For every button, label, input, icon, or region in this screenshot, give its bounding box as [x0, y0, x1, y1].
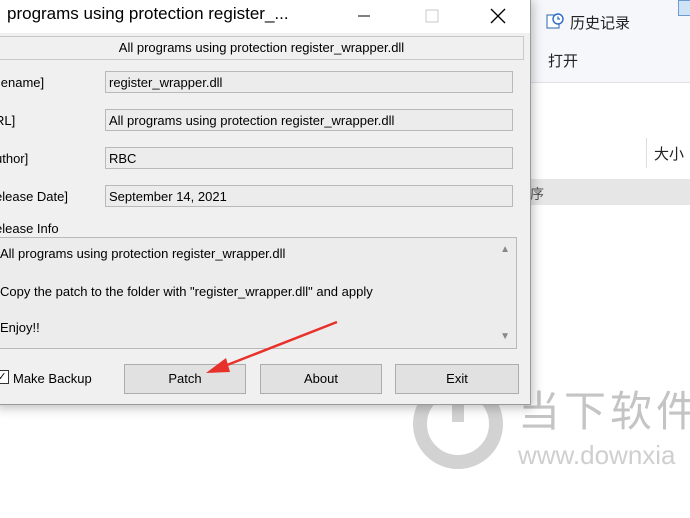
sort-bar	[528, 179, 690, 205]
url-label: RL]	[0, 113, 16, 128]
maximize-icon[interactable]	[409, 0, 455, 33]
release-info-label: elease Info	[0, 221, 59, 236]
patch-button[interactable]: Patch	[124, 364, 246, 394]
release-date-field[interactable]: September 14, 2021	[105, 185, 513, 207]
watermark-text: 当下软件	[518, 388, 690, 435]
explorer-ribbon: 历史记录 打开	[528, 0, 690, 83]
window-title: programs using protection register_...	[7, 4, 289, 23]
filename-field[interactable]: register_wrapper.dll	[105, 71, 513, 93]
exit-button[interactable]: Exit	[395, 364, 519, 394]
author-label: uthor]	[0, 151, 29, 166]
scroll-down-icon[interactable]: ▼	[500, 331, 510, 342]
minimize-icon[interactable]	[341, 0, 387, 33]
info-line: Enjoy!!	[0, 320, 40, 335]
column-header-size[interactable]: 大小	[654, 143, 684, 164]
header-banner: All programs using protection register_w…	[0, 36, 524, 60]
ribbon-partial-icon	[678, 0, 690, 16]
make-backup-checkbox[interactable]: ✓	[0, 370, 9, 384]
patch-dialog: programs using protection register_... A…	[0, 0, 531, 405]
title-bar[interactable]: programs using protection register_...	[0, 0, 530, 33]
url-field[interactable]: All programs using protection register_w…	[105, 109, 513, 131]
sort-fragment: 序	[530, 186, 544, 202]
history-icon	[546, 13, 564, 29]
column-separator	[646, 138, 647, 168]
watermark-url: www.downxia	[518, 440, 676, 470]
author-field[interactable]: RBC	[105, 147, 513, 169]
about-button[interactable]: About	[260, 364, 382, 394]
info-line: Copy the patch to the folder with "regis…	[0, 284, 373, 299]
filename-label: ilename]	[0, 75, 45, 90]
release-info-textarea[interactable]: All programs using protection register_w…	[0, 237, 517, 349]
release-date-label: elease Date]	[0, 189, 68, 204]
scroll-up-icon[interactable]: ▲	[500, 244, 510, 255]
history-button[interactable]: 历史记录	[570, 12, 630, 33]
open-group-label: 打开	[548, 53, 579, 70]
make-backup-label[interactable]: Make Backup	[13, 371, 92, 386]
close-icon[interactable]	[475, 0, 521, 33]
info-line: All programs using protection register_w…	[0, 246, 286, 261]
